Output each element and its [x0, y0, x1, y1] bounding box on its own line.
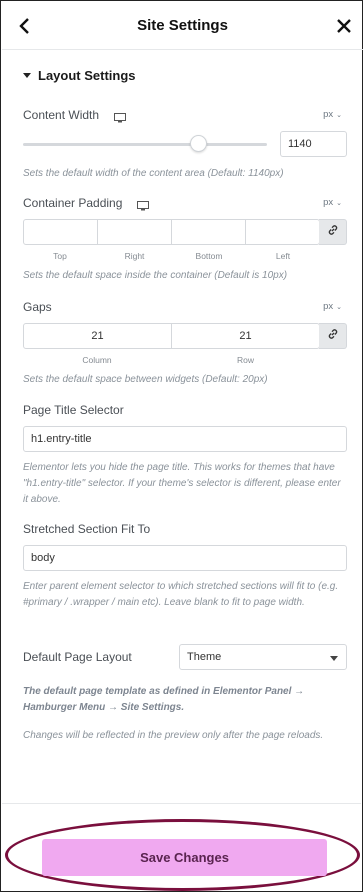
- chevron-down-icon: [330, 656, 338, 661]
- stretched-section-label: Stretched Section Fit To: [23, 522, 151, 536]
- gap-row-label: Row: [236, 355, 254, 365]
- content-width-label: Content Width: [23, 108, 100, 122]
- close-icon[interactable]: [333, 15, 355, 37]
- link-icon: [327, 327, 339, 345]
- content-width-slider-track[interactable]: [23, 143, 267, 146]
- padding-bottom-label: Bottom: [195, 251, 223, 261]
- padding-top-label: Top: [53, 251, 67, 261]
- save-changes-button[interactable]: Save Changes: [42, 839, 327, 876]
- padding-bottom-input[interactable]: [172, 220, 246, 244]
- preview-reload-note: Changes will be reflected in the preview…: [23, 730, 324, 741]
- gap-column-input[interactable]: 21: [24, 324, 172, 348]
- padding-field-labels: Top Right Bottom Left: [23, 251, 320, 261]
- panel-header: Site Settings: [2, 2, 363, 50]
- link-icon: [327, 223, 339, 241]
- padding-right-input[interactable]: [98, 220, 172, 244]
- padding-left-label: Left: [275, 251, 291, 261]
- content-width-input[interactable]: 1140: [280, 131, 347, 157]
- padding-right-label: Right: [124, 251, 145, 261]
- container-padding-description: Sets the default space inside the contai…: [23, 270, 288, 281]
- padding-left-input[interactable]: [246, 220, 319, 244]
- gap-column-label: Column: [82, 355, 112, 365]
- select-value: Theme: [187, 651, 222, 663]
- site-settings-panel: Site Settings Layout Settings Content Wi…: [0, 0, 363, 892]
- stretched-section-description: Enter parent element selector to which s…: [23, 581, 339, 608]
- container-padding-unit-select[interactable]: px ⌄: [323, 197, 342, 208]
- gaps-description: Sets the default space between widgets (…: [23, 374, 268, 385]
- gaps-field-labels: Column Row: [23, 355, 320, 365]
- page-title: Site Settings: [137, 17, 228, 34]
- section-title: Layout Settings: [38, 68, 136, 83]
- default-page-layout-label: Default Page Layout: [23, 650, 132, 664]
- unit-label: px: [323, 301, 334, 312]
- gap-row-input[interactable]: 21: [172, 324, 319, 348]
- unit-label: px: [323, 197, 334, 208]
- gaps-unit-select[interactable]: px ⌄: [323, 301, 342, 312]
- unit-label: px: [323, 109, 334, 120]
- default-page-layout-note: The default page template as defined in …: [23, 686, 305, 713]
- content-width-unit-select[interactable]: px ⌄: [323, 109, 342, 120]
- stretched-section-input[interactable]: body: [23, 545, 347, 571]
- link-values-button[interactable]: [319, 323, 347, 349]
- desktop-icon[interactable]: [137, 198, 149, 211]
- page-title-selector-label: Page Title Selector: [23, 403, 124, 417]
- content-width-slider-handle[interactable]: [190, 135, 208, 152]
- padding-top-input[interactable]: [24, 220, 98, 244]
- gaps-fields: 21 21: [23, 323, 320, 349]
- page-title-selector-input[interactable]: h1.entry-title: [23, 426, 347, 452]
- default-page-layout-select[interactable]: Theme: [179, 644, 347, 670]
- section-toggle-layout-settings[interactable]: Layout Settings: [23, 68, 136, 83]
- footer-divider: [2, 803, 361, 804]
- page-title-selector-description: Elementor lets you hide the page title. …: [23, 462, 341, 505]
- content-width-description: Sets the default width of the content ar…: [23, 168, 284, 179]
- container-padding-fields: [23, 219, 320, 245]
- link-values-button[interactable]: [319, 219, 347, 245]
- desktop-icon[interactable]: [114, 110, 126, 123]
- caret-down-icon: [23, 73, 31, 78]
- container-padding-label: Container Padding: [23, 196, 123, 210]
- gaps-label: Gaps: [23, 300, 52, 314]
